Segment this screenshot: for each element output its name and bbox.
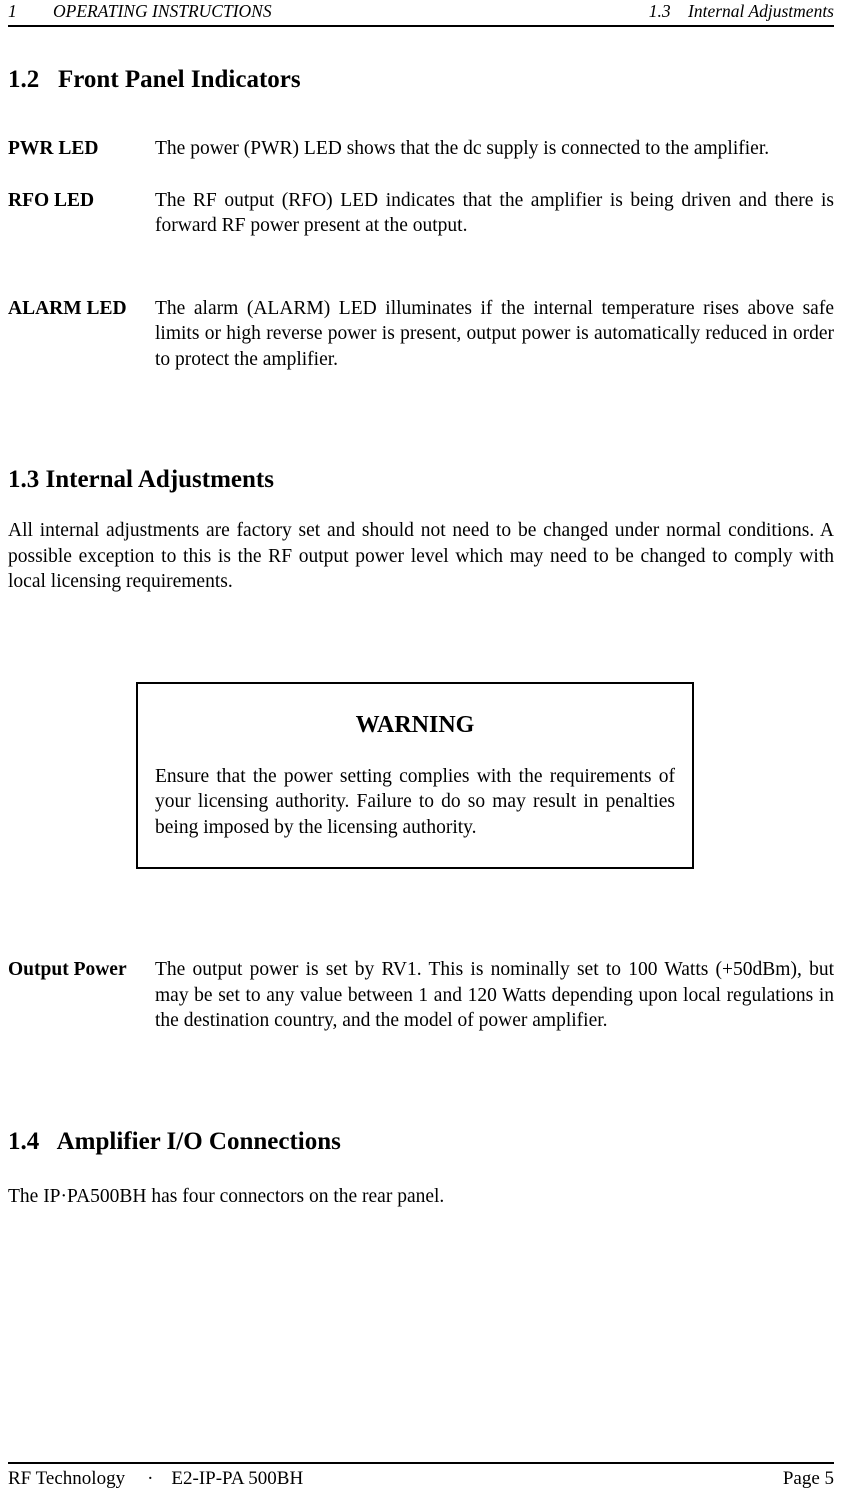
footer-separator: ·	[147, 1468, 154, 1489]
definition-description: The RF output (RFO) LED indicates that t…	[155, 189, 834, 237]
definition-term: Output Power	[8, 959, 127, 980]
header-chapter-number: 1	[8, 1, 17, 21]
page-header: 1 OPERATING INSTRUCTIONS 1.3 Internal Ad…	[8, 0, 834, 27]
definition-term: RFO LED	[8, 189, 95, 211]
paragraph-internal-adjustments-intro: All internal adjustments are factory set…	[8, 520, 834, 592]
definition-term: ALARM LED	[8, 297, 127, 319]
definition-row-alarm-led: ALARM LED The alarm (ALARM) LED illumina…	[8, 296, 834, 373]
footer-company: RF Technology	[8, 1468, 126, 1489]
document-page: 1 OPERATING INSTRUCTIONS 1.3 Internal Ad…	[0, 0, 841, 1499]
header-right: 1.3 Internal Adjustments	[649, 0, 834, 22]
heading-front-panel-indicators: 1.2 Front Panel Indicators	[8, 66, 301, 93]
definition-row-rfo-led: RFO LED The RF output (RFO) LED indicate…	[8, 188, 834, 239]
footer-left: RF Technology · E2-IP-PA 500BH	[8, 1466, 303, 1492]
definition-row-output-power: Output Power The output power is set by …	[8, 957, 834, 1034]
footer-model: E2-IP-PA 500BH	[171, 1468, 304, 1489]
footer-page-number: Page 5	[782, 1468, 834, 1489]
header-section-number: 1.3	[648, 1, 671, 21]
warning-title: WARNING	[355, 711, 475, 738]
heading-internal-adjustments: 1.3 Internal Adjustments	[8, 466, 274, 493]
page-content: 1.2 Front Panel Indicators PWR LED The p…	[8, 27, 834, 1209]
heading-amplifier-io-connections: 1.4 Amplifier I/O Connections	[8, 1127, 341, 1155]
warning-box-wrapper: WARNING Ensure that the power setting co…	[8, 681, 834, 869]
definition-row-pwr-led: PWR LED The power (PWR) LED shows that t…	[8, 136, 834, 162]
header-left: 1 OPERATING INSTRUCTIONS	[8, 0, 272, 22]
definition-description: The alarm (ALARM) LED illuminates if the…	[155, 297, 834, 370]
paragraph-amplifier-io-intro: The IP·PA500BH has four connectors on th…	[8, 1185, 445, 1207]
warning-box: WARNING Ensure that the power setting co…	[136, 681, 694, 869]
definition-term: PWR LED	[8, 138, 99, 159]
header-chapter-title: OPERATING INSTRUCTIONS	[53, 1, 272, 21]
definition-description: The power (PWR) LED shows that the dc su…	[155, 138, 770, 159]
definition-description: The output power is set by RV1. This is …	[155, 959, 834, 1031]
warning-body-text: Ensure that the power setting complies w…	[155, 765, 675, 838]
footer-rule	[8, 1462, 834, 1464]
header-section-title: Internal Adjustments	[688, 1, 834, 21]
page-footer: RF Technology · E2-IP-PA 500BH Page 5	[8, 1466, 834, 1494]
